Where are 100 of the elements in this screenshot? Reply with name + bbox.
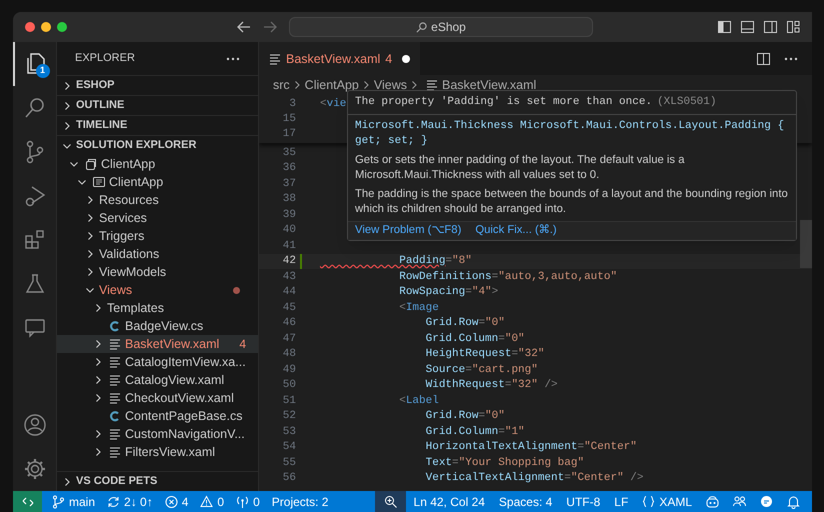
maximize-window-button[interactable] [57, 22, 67, 32]
line-number: 48 [282, 347, 296, 362]
search-icon [22, 96, 46, 120]
chevron-right-icon[interactable] [85, 267, 95, 277]
action-link[interactable]: Quick Fix... (⌘.) [475, 222, 557, 239]
tree-item[interactable]: CustomNavigationV... [57, 425, 258, 443]
status-bar-item[interactable] [374, 491, 406, 512]
chevron-right-icon[interactable] [93, 375, 103, 385]
project-icon [93, 176, 105, 188]
code-line: RowSpacing="4"> [398, 285, 498, 300]
people-icon [733, 494, 746, 508]
line-number: 40 [282, 223, 296, 238]
chevron-right-icon[interactable] [85, 249, 95, 259]
status-bar-item[interactable]: 0 [194, 491, 230, 512]
chevron-right-icon[interactable] [93, 447, 103, 457]
minimize-window-button[interactable] [41, 22, 51, 32]
status-bar-item[interactable]: Projects: 2 [266, 491, 334, 512]
lines-file-icon [109, 446, 121, 458]
tree-item[interactable]: FiltersView.xaml [57, 443, 258, 461]
tree-item[interactable]: Resources [57, 191, 258, 209]
line-number: 51 [282, 394, 296, 408]
status-bar-item[interactable]: UTF-8 [560, 491, 606, 512]
remote-button[interactable] [13, 491, 42, 512]
chevron-right-icon[interactable] [93, 429, 103, 439]
chevron-down-icon[interactable] [77, 177, 87, 187]
line-number: 15 [282, 112, 296, 128]
editor-tab[interactable]: BasketView.xaml 4 [259, 42, 420, 75]
c-file-icon [109, 410, 121, 422]
status-bar-item[interactable]: 2↓ 0↑ [101, 491, 159, 512]
line-number: 36 [282, 161, 296, 176]
tree-item[interactable]: BadgeView.cs [57, 317, 258, 335]
line-number: 38 [282, 192, 296, 207]
more-icon[interactable] [784, 56, 798, 60]
tree-item[interactable]: ContentPageBase.cs [57, 407, 258, 425]
chevron-right-icon[interactable] [85, 195, 95, 205]
chevron-right-icon[interactable] [93, 357, 103, 367]
line-number: 45 [282, 300, 296, 316]
chevron-right-icon[interactable] [85, 231, 95, 241]
tree-item-label: ClientApp [101, 156, 156, 173]
close-window-button[interactable] [25, 22, 35, 32]
section-header[interactable]: SOLUTION EXPLORER [57, 135, 258, 155]
tree-item[interactable]: Triggers [57, 227, 258, 245]
breadcrumb-item[interactable]: src [273, 76, 290, 94]
chevron-down-icon[interactable] [69, 159, 79, 169]
lines-file-icon [426, 79, 438, 91]
antenna-icon [236, 494, 250, 508]
chevron-right-icon [294, 80, 301, 90]
section-header[interactable]: ESHOP [57, 75, 258, 95]
toggle-panel-icon[interactable] [741, 21, 754, 33]
line-number: 46 [282, 316, 296, 331]
breadcrumb-item[interactable]: ClientApp [304, 76, 359, 94]
tree-item[interactable]: CatalogItemView.xa... [57, 353, 258, 371]
split-editor-icon[interactable] [757, 52, 770, 64]
customize-layout-icon[interactable] [787, 21, 800, 33]
tree-item[interactable]: Views [57, 281, 258, 299]
status-bar-item[interactable]: main [46, 491, 102, 512]
line-number: 41 [282, 238, 296, 254]
code-line: VerticalTextAlignment="Center" /> [424, 471, 644, 486]
toggle-sidebar-icon[interactable] [718, 21, 731, 33]
tree-item[interactable]: CatalogView.xaml [57, 371, 258, 389]
chevron-right-icon[interactable] [85, 213, 95, 223]
chevron-right-icon[interactable] [62, 476, 72, 486]
breadcrumb-item[interactable]: Views [374, 76, 407, 94]
tree-item[interactable]: Templates [57, 299, 258, 317]
tree-item[interactable]: ClientApp [57, 155, 258, 173]
line-number: 42 [282, 254, 296, 269]
more-icon[interactable] [226, 56, 240, 60]
line-number: 54 [282, 440, 296, 455]
status-bar-item[interactable]: LF [608, 491, 634, 512]
warning-icon [200, 494, 214, 508]
chevron-right-icon[interactable] [93, 393, 103, 403]
tree-item[interactable]: ViewModels [57, 263, 258, 281]
section-header[interactable]: TIMELINE [57, 115, 258, 135]
code-line: Source="cart.png" [424, 362, 538, 378]
tree-item[interactable]: Services [57, 209, 258, 227]
status-bar-item[interactable]: 4 [158, 491, 194, 512]
command-search-field[interactable]: eShop [289, 17, 593, 37]
lines-file-icon [109, 356, 121, 368]
action-link[interactable]: View Problem (⌥F8) [355, 222, 462, 239]
c-file-icon [109, 320, 121, 332]
status-bar-item[interactable]: Ln 42, Col 24 [408, 491, 491, 512]
description-text: The padding is the space between the bounds of a layout and the bounding region into which its children should be arranged into. [354, 186, 789, 216]
status-bar-item[interactable]: 0 [230, 491, 266, 512]
code-line: Grid.Row="0" [424, 409, 505, 424]
back-arrow-icon[interactable] [237, 21, 251, 33]
tree-item[interactable]: BasketView.xaml 4 [57, 335, 258, 353]
tree-item[interactable]: Validations [57, 245, 258, 263]
tree-item[interactable]: ClientApp [57, 173, 258, 191]
forward-arrow-icon[interactable] [263, 21, 277, 33]
section-header[interactable]: OUTLINE [57, 95, 258, 115]
breadcrumb-item[interactable]: BasketView.xaml [442, 76, 536, 94]
chevron-right-icon[interactable] [93, 339, 103, 349]
tree-item[interactable]: CheckoutView.xaml [57, 389, 258, 407]
toggle-secondary-sidebar-icon[interactable] [764, 21, 777, 33]
status-bar-item[interactable]: Spaces: 4 [492, 491, 558, 512]
status-bar-item[interactable]: XAML [636, 491, 698, 512]
chevron-down-icon[interactable] [85, 285, 95, 295]
tree-item-label: Validations [99, 246, 160, 263]
chevron-right-icon [362, 80, 370, 90]
chevron-right-icon[interactable] [93, 303, 103, 313]
